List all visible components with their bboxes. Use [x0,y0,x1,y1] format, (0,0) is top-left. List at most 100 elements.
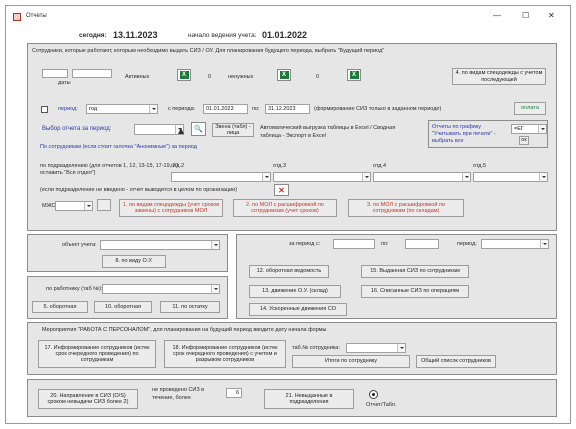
info-text: Сотрудники, которые работают, которым не… [32,48,385,54]
employee-summary-button[interactable]: Итоги по сотруднику [292,355,410,368]
chevron-down-icon [538,125,546,133]
report-16-button[interactable]: 16. Списанные СИЗ по операциям [361,285,469,298]
no-spec-button[interactable]: 4. по видам спецодежды с учетом последую… [452,68,546,85]
today-value: 13.11.2023 [113,30,158,40]
window-title: Отчеты [26,13,47,19]
all-employees-button[interactable]: Общий список сотрудников [416,355,496,368]
report-1-button[interactable]: 1. по видам спецодежды (учет сроков заме… [119,199,223,217]
print-settings-label: Отчеты по графику "Учитывать при печати"… [432,124,496,145]
print-settings-select[interactable]: =ЕГ [511,124,547,134]
worker-label: по работнику (таб №): [46,286,103,292]
period-from-input[interactable] [333,239,375,249]
excel-icon: X [349,71,359,79]
dates-field[interactable] [42,69,68,78]
dept-select-2[interactable] [273,172,371,182]
tab-number-select[interactable] [346,343,406,353]
title-bar: Отчеты — ☐ ✕ [6,6,570,28]
period-label: период: [58,106,78,112]
chevron-down-icon [149,105,157,113]
period-from-label: за период с: [289,241,321,247]
active-label: Активных [125,74,150,80]
col3-label: отд.3 [273,163,287,169]
chevron-down-icon [462,173,470,181]
minimize-button[interactable]: — [493,11,501,20]
dept-select-1[interactable] [171,172,271,182]
object-panel: объект учета: 8. по виду О.У. [27,234,228,272]
excel-icon: X [279,71,289,79]
from-label: с периода: [168,106,196,112]
start-label: начало ведения учета: [188,32,257,39]
chevron-down-icon [397,344,405,352]
report-choice-select[interactable] [134,124,184,135]
worker-select[interactable] [102,284,220,294]
chevron-down-icon [362,173,370,181]
clear-dept-button[interactable]: ✕ [274,184,289,196]
object-select[interactable] [100,240,220,250]
period-select[interactable]: год [86,104,158,114]
dept-label: по подразделению (для отчетов 1, 12, 13-… [40,163,179,177]
report-15-button[interactable]: 15. Выданная СИЗ по сотрудникам [361,265,469,278]
col5-label: отд.5 [473,163,487,169]
period-to-input[interactable] [405,239,439,249]
zero2-label: 0 [316,74,320,80]
col2-label: отд.2 [171,163,185,169]
not-needed-label: ненужных [228,74,254,80]
maximize-button[interactable]: ☐ [522,11,529,20]
object-label: объект учета: [62,242,97,248]
no-dept-note: (если подразделение не введено - отчет в… [40,187,238,193]
excel-export-3-button[interactable]: X [347,69,361,81]
export-note: Автоматический выгрузка таблицы в Excel … [260,125,396,139]
preview-icon-button[interactable]: 🔍 [191,122,206,136]
today-label: сегодня: [79,32,107,39]
report-13-button[interactable]: 13. движение О.У. (склад) [249,285,341,298]
report-3-button[interactable]: 3. по МОЛ с расшифровкой по сотрудникам … [348,199,464,217]
report-11-button[interactable]: 11. по остатку [160,301,220,313]
dates-label: даты [58,80,71,86]
report-20-button[interactable]: 20. Направление в СИЗ (O/S) сроком невыд… [38,389,138,409]
report-choice-label: Выбор отчета за период: [42,126,112,132]
to-date-input[interactable]: 31.12.2023 [265,104,310,114]
personnel-panel: Мероприятия "РАБОТА С ПЕРСОНАЛОМ", для п… [27,322,557,375]
dept-select-3[interactable] [373,172,471,182]
report-8-button[interactable]: 8. по виду О.У. [102,255,166,268]
employee-note: По сотрудникам (если стоит галочка "Анон… [40,144,197,150]
report-5-button[interactable]: 5. оборотная [32,301,88,313]
period-type-select[interactable] [481,239,549,249]
report-10-button[interactable]: 10. оборотная [94,301,152,313]
excel-export-1-button[interactable]: X [177,69,191,81]
dept-select-4[interactable] [473,172,548,182]
col4-label: отд.4 [373,163,387,169]
period-type-label: период: [457,241,477,247]
from-date-input[interactable]: 01.01.2023 [203,104,248,114]
radio-label: Отчет/Табл. [366,402,397,408]
report-17-button[interactable]: 17. Информирование сотрудников (истек ср… [38,340,156,368]
pay-button[interactable]: оплатa [514,102,546,115]
report-2-button[interactable]: 2. по МОЛ с расшифровкой по сотрудникам … [233,199,337,217]
print-settings-box: Отчеты по графику "Учитывать при печати"… [428,120,548,148]
view-table-button[interactable]: Звена (табл) - лица [212,123,254,137]
filter-select[interactable] [55,201,93,211]
close-button[interactable]: ✕ [548,11,555,20]
chevron-down-icon [211,241,219,249]
main-report-panel: Сотрудники, которые работают, которым не… [27,43,557,231]
report-18-button[interactable]: 18. Информирование сотрудников (истек ср… [164,340,286,368]
excel-export-2-button[interactable]: X [277,69,291,81]
reports-window: Отчеты — ☐ ✕ сегодня: 13.11.2023 начало … [5,5,571,424]
days-input[interactable]: 6 [226,388,242,398]
start-value: 01.01.2022 [262,30,308,40]
report-21-button[interactable]: 21. Невыданные в подразделения [264,389,354,409]
to-label: по: [252,106,260,112]
chevron-down-icon [262,173,270,181]
report-table-radio[interactable] [369,390,378,399]
small-empty-button[interactable] [97,199,111,211]
report-14-button[interactable]: 14. Ускоренные движения СО [249,303,347,316]
period-checkbox[interactable] [41,106,48,113]
period-note: (формирование СИЗ только в заданном пери… [314,106,442,112]
report-12-button[interactable]: 12. оборотная ведомость [249,265,329,278]
print-settings-ok-button[interactable]: ок [519,136,529,145]
app-icon [13,13,21,21]
pointer-cursor-icon [178,128,184,134]
chevron-down-icon [540,240,548,248]
dates-input[interactable] [72,69,112,78]
period-to-label: по: [381,241,389,247]
